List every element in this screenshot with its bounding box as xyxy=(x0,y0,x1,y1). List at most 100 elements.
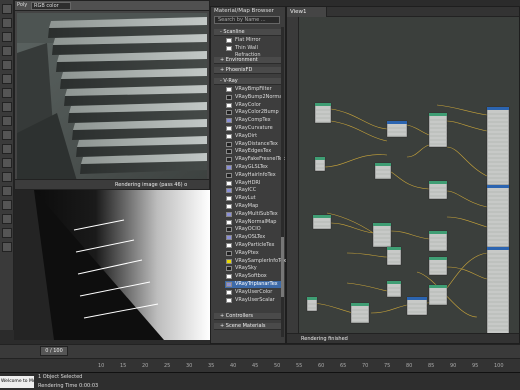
toolbar-button[interactable] xyxy=(2,214,12,224)
map-swatch xyxy=(226,297,232,303)
list-item[interactable]: VRayCompTex xyxy=(225,117,283,124)
item-label: VRaySamplerInfoTex xyxy=(235,257,287,264)
list-item[interactable]: Flat Mirror xyxy=(225,37,283,44)
list-item[interactable]: VRayICC xyxy=(225,187,283,194)
toolbar-button[interactable] xyxy=(2,60,12,70)
list-item[interactable]: VRayLut xyxy=(225,195,283,202)
tick-label: 50 xyxy=(274,363,281,369)
item-label: VRayMultiSubTex xyxy=(235,210,278,217)
toolbar-button[interactable] xyxy=(2,228,12,238)
node-header xyxy=(375,163,391,166)
tick-label: 100 xyxy=(494,363,504,369)
map-swatch xyxy=(226,165,232,170)
search-input[interactable]: Search by Name ... xyxy=(214,16,280,24)
scrollbar-thumb[interactable] xyxy=(281,237,284,297)
item-label: VRayGLSLTex xyxy=(235,164,268,170)
list-item[interactable]: VRayMap xyxy=(225,203,283,210)
list-item[interactable]: Thin Wall Refraction xyxy=(225,45,283,58)
item-label: VRayDistanceTex xyxy=(235,140,278,147)
list-item[interactable]: VRayFakeFresnelTex xyxy=(225,156,285,163)
map-swatch xyxy=(226,243,232,248)
toolbar-button[interactable] xyxy=(2,158,12,168)
toolbar-button[interactable] xyxy=(2,4,12,14)
item-label: VRayParticleTex xyxy=(235,242,275,248)
list-item[interactable]: VRayHDRI xyxy=(225,180,283,187)
list-item[interactable]: VRayUserColor xyxy=(225,289,283,296)
toolbar-button[interactable] xyxy=(2,18,12,28)
list-item[interactable]: VRayTriplanarTex xyxy=(225,281,283,288)
group-scanline[interactable]: - Scanline xyxy=(214,29,284,36)
toolbar-button[interactable] xyxy=(2,46,12,56)
toolbar-button[interactable] xyxy=(2,200,12,210)
toolbar-button[interactable] xyxy=(2,144,12,154)
channel-dropdown[interactable]: RGB color xyxy=(31,2,71,10)
tick-label: 65 xyxy=(340,363,347,369)
list-item[interactable]: VRayCurvature xyxy=(225,125,283,132)
toolbar-button[interactable] xyxy=(2,88,12,98)
map-swatch xyxy=(226,172,232,178)
toolbar-button[interactable] xyxy=(2,130,12,140)
viewport-preview[interactable] xyxy=(14,190,210,340)
list-item[interactable]: VRayHairInfoTex xyxy=(225,172,283,179)
maxscript-listener[interactable]: Welcome to MAX xyxy=(0,376,34,388)
list-item[interactable]: VRayNormalMap xyxy=(225,219,283,226)
list-item[interactable]: VRayColor2Bump xyxy=(225,109,283,116)
list-item[interactable]: VRayMultiSubTex xyxy=(225,211,283,218)
toolbar-button[interactable] xyxy=(2,102,12,112)
node[interactable] xyxy=(372,222,392,248)
list-item[interactable]: VRayBmpFilter xyxy=(225,86,283,93)
group-controllers[interactable]: + Controllers xyxy=(214,313,284,320)
toolbar-button[interactable] xyxy=(2,116,12,126)
list-item[interactable]: VRayGLSLTex xyxy=(225,164,283,171)
item-label: VRayCurvature xyxy=(235,125,273,131)
toolbar-button[interactable] xyxy=(2,32,12,42)
list-item[interactable]: VRaySamplerInfoTex xyxy=(225,257,287,265)
tick-label: 60 xyxy=(318,363,325,369)
list-item[interactable]: VRayPtex xyxy=(225,250,283,257)
toolbar-button[interactable] xyxy=(2,172,12,182)
item-label: VRayLut xyxy=(235,195,256,202)
item-label: VRaySky xyxy=(235,265,257,272)
node[interactable] xyxy=(428,112,448,148)
browser-scrollbar[interactable] xyxy=(281,27,284,337)
item-label: VRayOSLTex xyxy=(235,234,266,241)
group-vray[interactable]: - V-Ray xyxy=(214,78,284,85)
tab-view1[interactable]: View1 xyxy=(287,7,327,17)
list-item[interactable]: VRayUserScalar xyxy=(225,297,283,304)
list-item[interactable]: VRaySky xyxy=(225,265,283,272)
node-header xyxy=(373,223,391,226)
item-label: VRayColor2Bump xyxy=(235,109,279,116)
group-environment[interactable]: + Environment xyxy=(214,57,284,64)
toolbar-button[interactable] xyxy=(2,186,12,196)
list-item[interactable]: VRayOSLTex xyxy=(225,234,283,241)
time-slider[interactable]: 0 / 100 xyxy=(0,344,520,358)
tick-label: 75 xyxy=(384,363,391,369)
item-label: VRayHDRI xyxy=(235,179,261,186)
list-item[interactable]: VRayOCIO xyxy=(225,226,283,233)
list-item[interactable]: VRaySoftbox xyxy=(225,273,283,280)
tick-label: 15 xyxy=(120,363,127,369)
node-header xyxy=(407,297,427,300)
list-item[interactable]: VRayBump2Normal xyxy=(225,94,284,101)
group-scene-materials[interactable]: + Scene Materials xyxy=(214,323,284,330)
map-swatch xyxy=(226,211,232,217)
list-item[interactable]: VRayDirt xyxy=(225,133,283,140)
node-header xyxy=(315,103,331,106)
tick-label: 40 xyxy=(230,363,237,369)
map-swatch xyxy=(226,289,232,295)
map-swatch xyxy=(226,180,232,186)
list-item[interactable]: VRayDistanceTex xyxy=(225,141,283,148)
toolbar-button[interactable] xyxy=(2,74,12,84)
list-item[interactable]: VRayParticleTex xyxy=(225,242,283,249)
time-slider-handle[interactable]: 0 / 100 xyxy=(40,346,68,356)
node-header xyxy=(315,157,325,160)
render-time: Rendering Time 0:00:03 xyxy=(38,383,99,389)
map-swatch xyxy=(226,266,232,272)
group-phoenixfd[interactable]: + PhoenixFD xyxy=(214,67,284,74)
list-item[interactable]: VRayColor xyxy=(225,102,283,109)
toolbar-button[interactable] xyxy=(2,242,12,252)
node-canvas[interactable] xyxy=(287,17,520,335)
timeline-ruler[interactable]: 10 15 20 25 30 35 40 45 50 55 60 65 70 75 80 85 90 95 100 xyxy=(0,358,520,372)
list-item[interactable]: VRayEdgesTex xyxy=(225,148,283,155)
node[interactable] xyxy=(486,246,510,335)
